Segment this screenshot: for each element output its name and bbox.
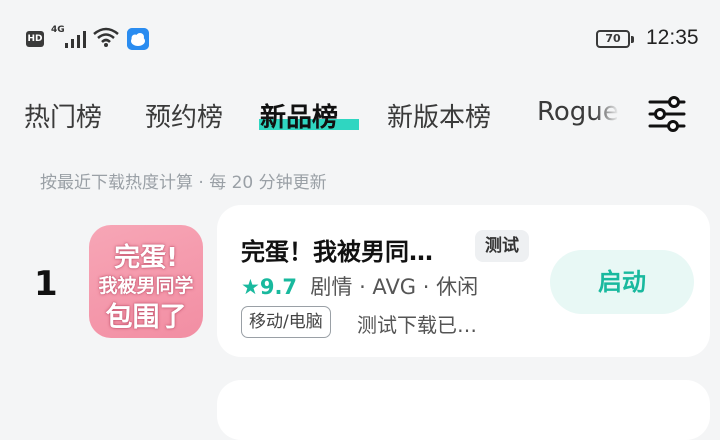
battery-icon: 70	[596, 30, 634, 48]
rank-number: 1	[34, 264, 58, 304]
star-icon: ★	[241, 275, 260, 299]
tab-reservation[interactable]: 预约榜	[145, 97, 223, 134]
hd-icon: HD	[26, 31, 44, 47]
launch-button[interactable]: 启动	[550, 250, 694, 314]
test-tag: 测试	[475, 230, 529, 262]
app-rating: 9.7	[259, 275, 298, 299]
tab-rogue[interactable]: Rogue	[537, 97, 619, 127]
app-notification-icon	[127, 28, 149, 50]
app-icon-text-3: 包围了	[105, 302, 187, 333]
app-icon[interactable]: 完蛋! 我被男同学 包围了	[89, 225, 203, 338]
app-note: 测试下载已…	[357, 313, 477, 337]
clock: 12:35	[646, 26, 699, 49]
app-genres: 剧情 · AVG · 休闲	[310, 275, 479, 299]
app-meta: ★9.7 剧情 · AVG · 休闲	[241, 271, 478, 301]
status-bar: HD 4G 70 12:35	[0, 0, 720, 80]
next-app-card[interactable]	[217, 380, 710, 440]
tab-new-version[interactable]: 新版本榜	[387, 97, 491, 134]
platform-badge: 移动/电脑	[241, 306, 331, 338]
tab-hot[interactable]: 热门榜	[24, 97, 102, 134]
signal-icon	[65, 31, 86, 48]
ranking-hint: 按最近下载热度计算 · 每 20 分钟更新	[40, 173, 327, 193]
app-title: 完蛋！我被男同…	[241, 238, 433, 266]
app-icon-text-2: 我被男同学	[98, 275, 194, 297]
wifi-icon	[93, 27, 119, 47]
tab-new[interactable]: 新品榜	[260, 97, 338, 134]
app-icon-text-1: 完蛋!	[114, 243, 178, 273]
filter-icon[interactable]	[647, 94, 687, 134]
app-card[interactable]: 完蛋！我被男同… 测试 ★9.7 剧情 · AVG · 休闲 移动/电脑 测试下…	[217, 205, 710, 357]
